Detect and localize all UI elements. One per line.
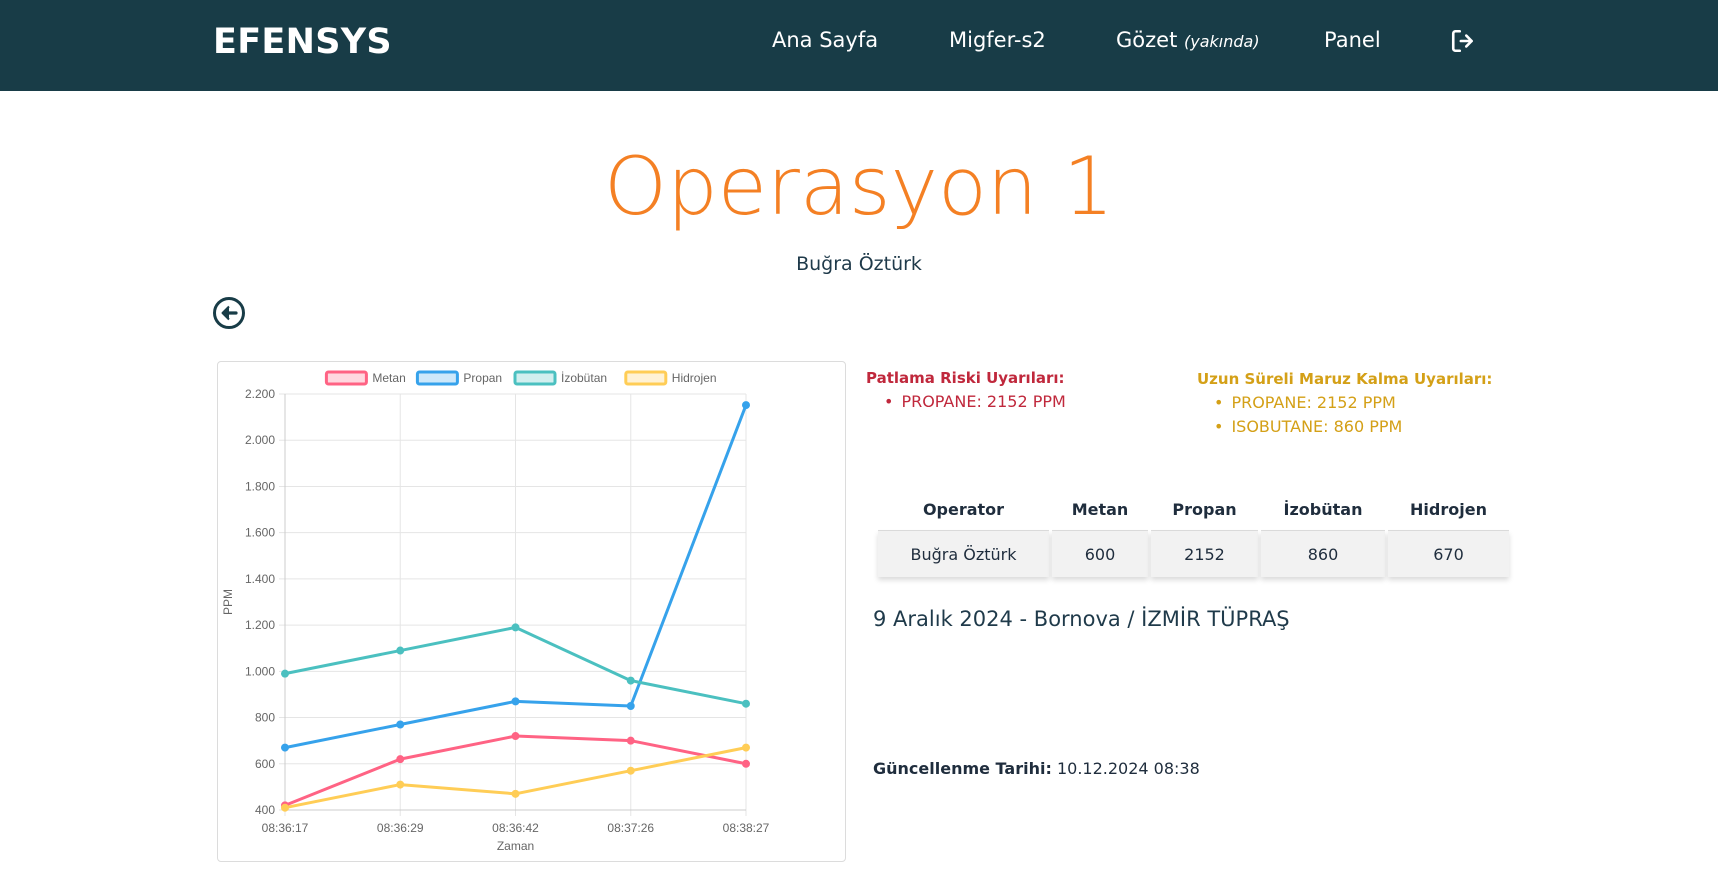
data-point-hidrojen bbox=[742, 743, 750, 752]
header-izobutan: İzobütan bbox=[1261, 488, 1385, 531]
legend-label: Metan bbox=[372, 371, 405, 385]
data-point-propan bbox=[511, 697, 520, 706]
y-tick-label: 1.200 bbox=[245, 618, 275, 632]
data-point-hidrojen bbox=[511, 789, 520, 798]
header-operator: Operator bbox=[878, 488, 1049, 531]
updated-info: Güncellenme Tarihi: 10.12.2024 08:38 bbox=[873, 759, 1200, 778]
gas-chart-card: 400 600 800 1.000 1.200 1.400 1.600 1.800 2.000 2… bbox=[217, 361, 846, 862]
data-point-hidrojen bbox=[626, 766, 635, 775]
x-tick-label: 08:36:17 bbox=[262, 821, 309, 835]
nav-link-gozet[interactable]: Gözet (yakında) bbox=[1116, 28, 1260, 52]
cell-metan: 600 bbox=[1052, 531, 1148, 577]
data-point-propan bbox=[626, 702, 635, 710]
data-point-propan bbox=[742, 401, 750, 410]
data-point-i-zob-tan bbox=[742, 699, 750, 708]
exposure-alert-item: ISOBUTANE: 860 PPM bbox=[1214, 415, 1402, 439]
data-point-metan bbox=[396, 755, 405, 764]
navbar: EFENSYS Ana Sayfa Migfer-s2 Gözet (yakın… bbox=[0, 0, 1718, 91]
page-subtitle: Buğra Öztürk bbox=[796, 253, 922, 275]
legend-swatch bbox=[513, 370, 557, 386]
x-axis-title: Zaman bbox=[497, 839, 534, 853]
table-row: Buğra Öztürk 600 2152 860 670 bbox=[878, 531, 1509, 577]
table-header-row: Operator Metan Propan İzobütan Hidrojen bbox=[878, 488, 1509, 531]
data-point-i-zob-tan bbox=[396, 646, 405, 655]
brand-logo[interactable]: EFENSYS bbox=[213, 22, 392, 62]
data-point-hidrojen bbox=[281, 803, 289, 812]
data-point-propan bbox=[396, 720, 405, 729]
x-tick-label: 08:36:29 bbox=[377, 821, 424, 835]
legend-label: Propan bbox=[463, 371, 502, 385]
x-tick-label: 08:38:27 bbox=[723, 821, 770, 835]
sign-out-icon[interactable] bbox=[1450, 28, 1476, 54]
legend-swatch bbox=[324, 370, 368, 386]
x-tick-label: 08:36:42 bbox=[492, 821, 539, 835]
data-point-hidrojen bbox=[396, 780, 405, 789]
gas-line-chart: 400 600 800 1.000 1.200 1.400 1.600 1.800 2.000 2… bbox=[221, 370, 770, 853]
cell-hidrojen: 670 bbox=[1388, 531, 1509, 577]
legend-swatch bbox=[415, 370, 459, 386]
header-propan: Propan bbox=[1151, 488, 1258, 531]
cell-operator: Buğra Öztürk bbox=[878, 531, 1049, 577]
explosion-alert-list: PROPANE: 2152 PPM bbox=[884, 390, 1065, 414]
y-tick-label: 2.000 bbox=[245, 433, 275, 447]
data-point-metan bbox=[511, 732, 520, 741]
y-tick-label: 600 bbox=[255, 757, 275, 771]
data-point-i-zob-tan bbox=[281, 669, 289, 678]
data-point-metan bbox=[742, 759, 750, 768]
data-point-i-zob-tan bbox=[511, 623, 520, 632]
cell-izobutan: 860 bbox=[1261, 531, 1385, 577]
page-title: Operasyon 1 bbox=[604, 140, 1114, 233]
nav-link-gozet-label: Gözet bbox=[1116, 28, 1178, 52]
y-tick-label: 2.200 bbox=[245, 387, 275, 401]
x-tick-label: 08:37:26 bbox=[607, 821, 654, 835]
arrow-left-circle-icon[interactable] bbox=[212, 296, 246, 330]
y-tick-label: 1.400 bbox=[245, 572, 275, 586]
y-axis-title: PPM bbox=[221, 589, 235, 615]
updated-value: 10.12.2024 08:38 bbox=[1056, 759, 1200, 778]
exposure-alert-list: PROPANE: 2152 PPMISOBUTANE: 860 PPM bbox=[1214, 391, 1402, 439]
y-tick-label: 1.600 bbox=[245, 526, 275, 540]
location-text: 9 Aralık 2024 - Bornova / İZMİR TÜPRAŞ bbox=[873, 607, 1290, 631]
exposure-alert-title: Uzun Süreli Maruz Kalma Uyarıları: bbox=[1197, 370, 1493, 388]
nav-soon-tag: (yakında) bbox=[1184, 32, 1260, 51]
nav-link-migfer[interactable]: Migfer-s2 bbox=[949, 28, 1046, 52]
y-tick-label: 400 bbox=[255, 803, 275, 817]
legend-label: Hidrojen bbox=[672, 371, 717, 385]
header-hidrojen: Hidrojen bbox=[1388, 488, 1509, 531]
legend-swatch bbox=[624, 370, 668, 386]
data-point-propan bbox=[281, 743, 289, 752]
explosion-alert-item: PROPANE: 2152 PPM bbox=[884, 390, 1065, 414]
nav-link-panel[interactable]: Panel bbox=[1324, 28, 1381, 52]
y-tick-label: 1.800 bbox=[245, 479, 275, 493]
nav-link-ana-sayfa[interactable]: Ana Sayfa bbox=[772, 28, 878, 52]
legend-label: İzobütan bbox=[561, 371, 607, 385]
y-tick-label: 800 bbox=[255, 711, 275, 725]
updated-label: Güncellenme Tarihi: bbox=[873, 759, 1052, 778]
exposure-alert-item: PROPANE: 2152 PPM bbox=[1214, 391, 1402, 415]
cell-propan: 2152 bbox=[1151, 531, 1258, 577]
explosion-alert-title: Patlama Riski Uyarıları: bbox=[866, 369, 1065, 387]
data-point-i-zob-tan bbox=[626, 676, 635, 685]
gas-table: Operator Metan Propan İzobütan Hidrojen … bbox=[875, 488, 1512, 577]
data-point-metan bbox=[626, 736, 635, 745]
y-tick-label: 1.000 bbox=[245, 664, 275, 678]
header-metan: Metan bbox=[1052, 488, 1148, 531]
